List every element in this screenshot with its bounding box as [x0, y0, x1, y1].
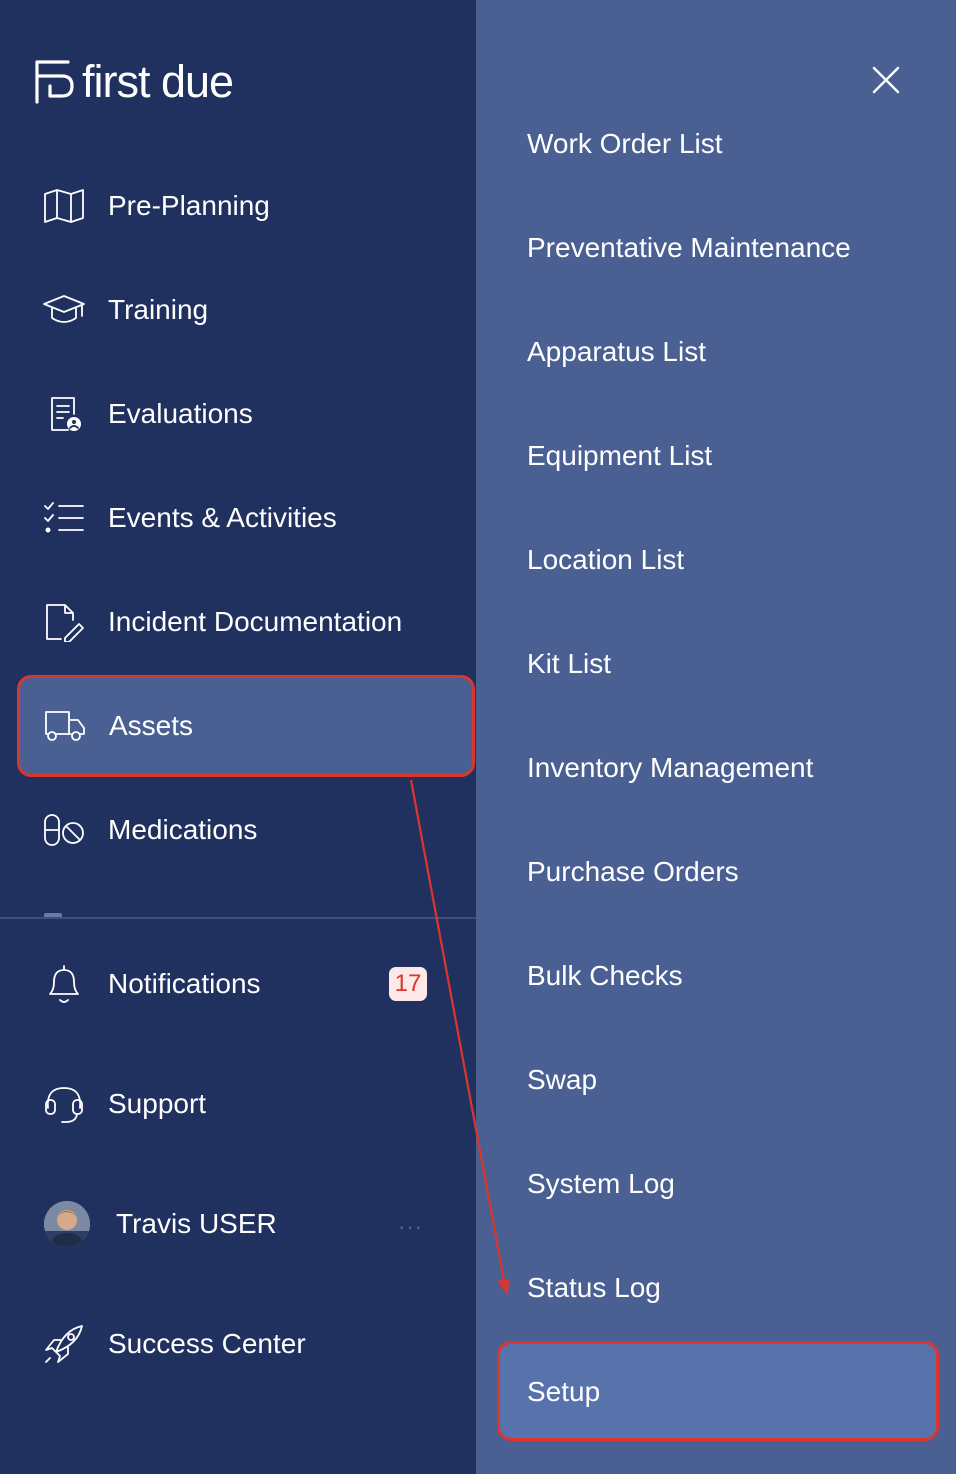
sidebar-item-label: Evaluations: [108, 398, 253, 429]
bell-icon: [42, 962, 86, 1006]
evaluation-document-icon: [42, 392, 86, 436]
logo-text: first due: [82, 55, 234, 107]
submenu-item-location-list[interactable]: Location List: [527, 546, 684, 574]
submenu-item-inventory-management[interactable]: Inventory Management: [527, 754, 813, 782]
sidebar-item-label: Assets: [109, 710, 194, 741]
submenu-item-status-log[interactable]: Status Log: [527, 1274, 661, 1302]
sidebar-item-label: Success Center: [108, 1328, 306, 1359]
sidebar: first due Pre-Planning Training Evaluati…: [0, 0, 476, 1474]
submenu-item-purchase-orders[interactable]: Purchase Orders: [527, 858, 739, 886]
map-icon: [42, 184, 86, 228]
sidebar-item-events-activities[interactable]: Events & Activities: [18, 468, 472, 568]
user-more-icon[interactable]: ···: [398, 1214, 423, 1240]
rocket-icon: [42, 1322, 86, 1366]
checklist-icon: [42, 496, 86, 540]
submenu-item-equipment-list[interactable]: Equipment List: [527, 442, 712, 470]
submenu-item-work-order-list[interactable]: Work Order List: [527, 130, 723, 158]
sidebar-item-label: Events & Activities: [108, 502, 337, 533]
submenu-item-bulk-checks[interactable]: Bulk Checks: [527, 962, 683, 990]
submenu-item-preventative-maintenance[interactable]: Preventative Maintenance: [527, 234, 851, 262]
headset-icon: [42, 1082, 86, 1126]
sidebar-item-label: Medications: [108, 814, 258, 845]
sidebar-item-pre-planning[interactable]: Pre-Planning: [18, 156, 472, 256]
sidebar-item-medications[interactable]: Medications: [18, 780, 472, 880]
notifications-count-badge: 17: [389, 967, 427, 1001]
sidebar-item-success-center[interactable]: Success Center: [18, 1294, 472, 1394]
sidebar-item-label: Pre-Planning: [108, 190, 270, 221]
pills-icon: [42, 808, 86, 852]
sidebar-item-incident-documentation[interactable]: Incident Documentation: [18, 572, 472, 672]
submenu-item-system-log[interactable]: System Log: [527, 1170, 675, 1198]
assets-submenu: [476, 0, 956, 1474]
truck-icon: [43, 704, 87, 748]
submenu-item-swap[interactable]: Swap: [527, 1066, 597, 1094]
close-icon[interactable]: [866, 60, 906, 100]
avatar: [44, 1201, 90, 1247]
sidebar-item-assets[interactable]: Assets: [17, 675, 475, 777]
sidebar-item-support[interactable]: Support: [18, 1054, 472, 1154]
sidebar-item-label: Training: [108, 294, 209, 325]
document-edit-icon: [42, 600, 86, 644]
submenu-item-setup[interactable]: Setup: [527, 1378, 600, 1406]
sidebar-item-training[interactable]: Training: [18, 260, 472, 360]
sidebar-item-evaluations[interactable]: Evaluations: [18, 364, 472, 464]
submenu-item-apparatus-list[interactable]: Apparatus List: [527, 338, 706, 366]
sidebar-item-label: Notifications: [108, 968, 261, 999]
sidebar-item-label: Support: [108, 1088, 207, 1119]
submenu-item-kit-list[interactable]: Kit List: [527, 650, 611, 678]
graduation-cap-icon: [42, 288, 86, 332]
logo[interactable]: first due: [34, 55, 234, 107]
first-due-logo-icon: [35, 60, 74, 104]
user-name: Travis USER: [116, 1208, 277, 1239]
sidebar-item-label: Incident Documentation: [108, 606, 403, 637]
sidebar-divider: [0, 917, 476, 919]
